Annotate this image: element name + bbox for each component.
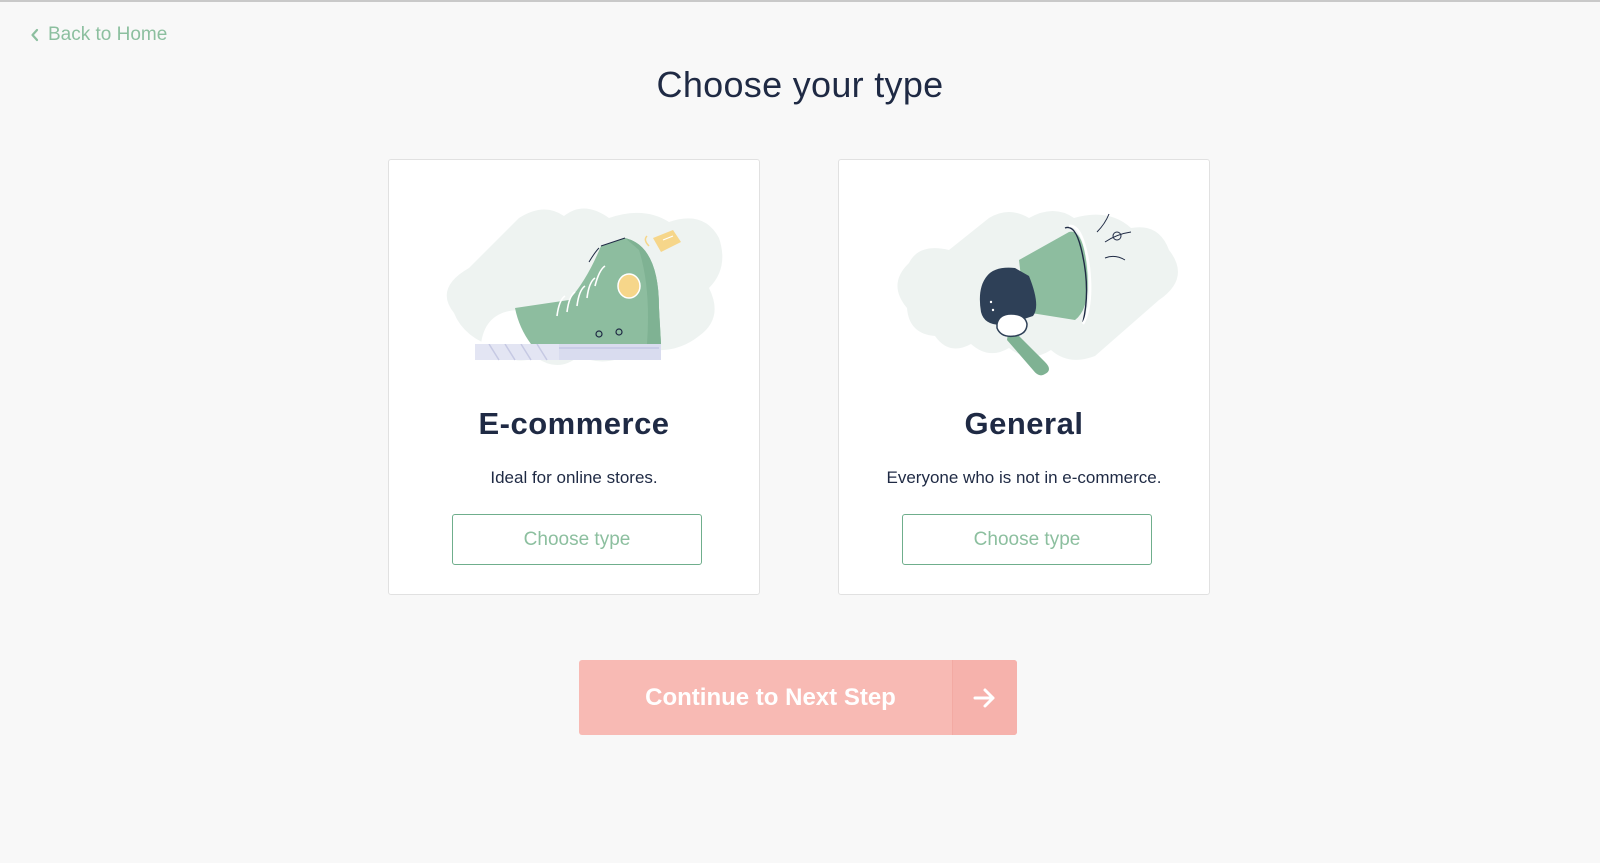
continue-button-label: Continue to Next Step <box>645 683 896 711</box>
card-description: Everyone who is not in e-commerce. <box>886 468 1162 487</box>
megaphone-illustration <box>869 188 1181 378</box>
card-ecommerce: E-commerce Ideal for online stores. Choo… <box>388 159 760 595</box>
top-divider <box>0 0 1600 2</box>
card-title: E-commerce <box>478 406 670 441</box>
choose-ecommerce-button[interactable]: Choose type <box>452 514 702 565</box>
back-to-home-link[interactable]: Back to Home <box>30 24 167 46</box>
chevron-left-icon <box>30 28 39 42</box>
back-link-label: Back to Home <box>48 24 168 45</box>
card-description: Ideal for online stores. <box>490 468 658 487</box>
sneaker-illustration <box>419 188 731 378</box>
continue-next-step-button[interactable]: Continue to Next Step <box>579 660 1017 735</box>
page-title: Choose your type <box>656 64 944 105</box>
choose-general-button[interactable]: Choose type <box>902 514 1152 565</box>
arrow-right-icon <box>952 660 1017 735</box>
card-title: General <box>964 406 1084 441</box>
card-general: General Everyone who is not in e-commerc… <box>838 159 1210 595</box>
